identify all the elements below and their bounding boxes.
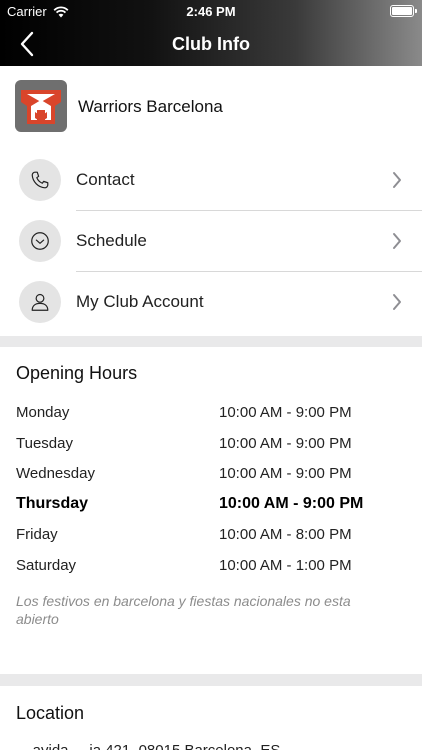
location-title: Location	[16, 703, 85, 723]
hours-row-wednesday: Wednesday 10:00 AM - 9:00 PM	[0, 459, 422, 489]
battery-icon	[390, 5, 417, 17]
day-label: Wednesday	[16, 465, 95, 482]
day-label: Saturday	[16, 557, 77, 574]
schedule-label: Schedule	[76, 231, 147, 250]
hours-row-monday: Monday 10:00 AM - 9:00 PM	[0, 398, 422, 428]
hours-value: 10:00 AM - 8:00 PM	[219, 526, 352, 543]
day-label: Tuesday	[16, 435, 73, 452]
contact-icon-circle	[19, 159, 61, 201]
club-card: Warriors Barcelona Contact Schedule My C…	[0, 66, 422, 336]
account-icon-circle	[19, 281, 61, 323]
hours-value: 10:00 AM - 1:00 PM	[219, 557, 352, 574]
hours-row-friday: Friday 10:00 AM - 8:00 PM	[0, 520, 422, 550]
club-logo	[15, 80, 67, 132]
user-icon	[31, 293, 49, 311]
chevron-right-icon	[393, 233, 401, 249]
hours-value: 10:00 AM - 9:00 PM	[219, 465, 352, 482]
contact-label: Contact	[76, 170, 135, 189]
contact-row[interactable]: Contact	[0, 150, 422, 211]
hours-row-tuesday: Tuesday 10:00 AM - 9:00 PM	[0, 429, 422, 459]
club-account-label: My Club Account	[76, 292, 204, 311]
holiday-note: Los festivos en barcelona y fiestas naci…	[16, 593, 351, 627]
location-address[interactable]: ... avida ... ia 421, 08015 Barcelona, E…	[16, 742, 280, 750]
day-label: Monday	[16, 404, 70, 421]
navigation-bar: Club Info	[0, 22, 422, 66]
club-name: Warriors Barcelona	[78, 97, 223, 116]
clock-icon	[31, 232, 49, 250]
hours-value: 10:00 AM - 9:00 PM	[219, 435, 352, 452]
status-bar: Carrier 2:46 PM	[0, 0, 422, 22]
opening-hours-title: Opening Hours	[16, 363, 138, 383]
chevron-right-icon	[393, 294, 401, 310]
club-account-row[interactable]: My Club Account	[0, 272, 422, 333]
opening-hours-card: Opening Hours Monday 10:00 AM - 9:00 PM …	[0, 347, 422, 674]
schedule-icon-circle	[19, 220, 61, 262]
hours-value: 10:00 AM - 9:00 PM	[219, 495, 364, 512]
day-label: Thursday	[16, 495, 89, 512]
status-time: 2:46 PM	[186, 4, 236, 19]
warrior-helmet-icon	[21, 90, 61, 124]
hours-row-saturday: Saturday 10:00 AM - 1:00 PM	[0, 551, 422, 581]
schedule-row[interactable]: Schedule	[0, 211, 422, 272]
location-card: Location ... avida ... ia 421, 08015 Bar…	[0, 686, 422, 750]
chevron-right-icon	[393, 172, 401, 188]
hours-row-thursday: Thursday 10:00 AM - 9:00 PM	[0, 489, 422, 519]
phone-icon	[31, 171, 49, 189]
day-label: Friday	[16, 526, 58, 543]
header-bar: Carrier 2:46 PM Club Info	[0, 0, 422, 66]
hours-value: 10:00 AM - 9:00 PM	[219, 404, 352, 421]
club-header: Warriors Barcelona	[0, 66, 422, 146]
nav-title: Club Info	[172, 34, 250, 54]
